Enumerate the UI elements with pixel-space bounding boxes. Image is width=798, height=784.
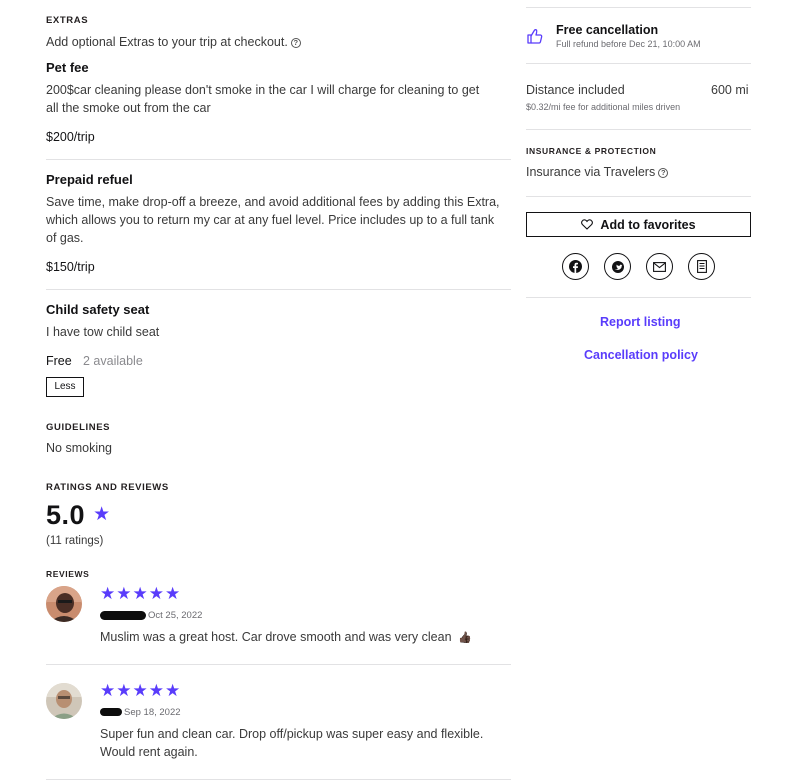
distance-value: 600 mi <box>711 83 749 97</box>
review-date: Oct 25, 2022 <box>148 610 203 621</box>
report-listing-link[interactable]: Report listing <box>600 315 681 329</box>
ratings-heading: RATINGS AND REVIEWS <box>46 482 169 493</box>
insurance-heading: INSURANCE & PROTECTION <box>526 146 657 156</box>
twitter-icon <box>611 260 624 273</box>
distance-fee: $0.32/mi fee for additional miles driven <box>526 102 681 112</box>
copy-link-share-button[interactable] <box>688 253 715 280</box>
free-cancellation-title: Free cancellation <box>556 23 659 37</box>
divider <box>526 129 751 130</box>
review-body-line: Would rent again. <box>100 745 198 759</box>
distance-label: Distance included <box>526 83 625 97</box>
extras-intro: Add optional Extras to your trip at chec… <box>46 33 301 51</box>
guidelines-text: No smoking <box>46 441 112 455</box>
avatar[interactable] <box>46 586 82 622</box>
redacted-name <box>100 610 146 620</box>
extra-title-pet-fee: Pet fee <box>46 60 89 75</box>
star-icon: ★ <box>93 504 111 525</box>
review-text: Super fun and clean car. Drop off/pickup… <box>100 725 483 761</box>
add-to-favorites-label: Add to favorites <box>600 217 696 232</box>
copy-link-icon <box>696 260 707 273</box>
email-icon <box>653 261 666 272</box>
reviewer-line: Sep 18, 2022 <box>100 707 181 718</box>
free-cancellation-subtitle: Full refund before Dec 21, 10:00 AM <box>556 39 701 49</box>
divider <box>526 196 751 197</box>
review-stars: ★★★★★ <box>100 584 182 603</box>
description-line: 200$car cleaning please don't smoke in t… <box>46 83 480 97</box>
insurance-text-value: Insurance via Travelers <box>526 165 656 179</box>
extra-price-child-seat: Free <box>46 354 72 368</box>
review-date: Sep 18, 2022 <box>124 707 181 718</box>
extra-title-prepaid-refuel: Prepaid refuel <box>46 172 133 187</box>
thumbs-up-emoji-icon: 👍🏿 <box>458 632 472 644</box>
divider <box>46 779 511 780</box>
divider <box>526 297 751 298</box>
extra-price-prepaid-refuel: $150/trip <box>46 260 95 274</box>
less-button[interactable]: Less <box>46 377 84 397</box>
facebook-icon <box>569 260 582 273</box>
email-share-button[interactable] <box>646 253 673 280</box>
extra-description-pet-fee: 200$car cleaning please don't smoke in t… <box>46 81 479 117</box>
extras-intro-text: Add optional Extras to your trip at chec… <box>46 35 288 49</box>
extra-description-child-seat: I have tow child seat <box>46 325 160 339</box>
guidelines-heading: GUIDELINES <box>46 422 111 433</box>
extra-price-pet-fee: $200/trip <box>46 130 95 144</box>
description-line: all the smoke out from the car <box>46 101 211 115</box>
rating-score: 5.0 ★ <box>46 500 111 531</box>
extra-title-child-seat: Child safety seat <box>46 302 150 317</box>
description-line: Save time, make drop-off a breeze, and a… <box>46 195 500 209</box>
heart-icon <box>581 219 594 230</box>
divider <box>46 664 511 665</box>
description-line: of gas. <box>46 231 84 245</box>
help-icon[interactable]: ? <box>658 168 669 178</box>
divider <box>46 159 511 160</box>
review-body-line: Super fun and clean car. Drop off/pickup… <box>100 727 484 741</box>
rating-count: (11 ratings) <box>46 535 104 547</box>
extra-description-prepaid-refuel: Save time, make drop-off a breeze, and a… <box>46 193 500 247</box>
avatar[interactable] <box>46 683 82 719</box>
reviews-heading: REVIEWS <box>46 569 90 579</box>
reviewer-line: Oct 25, 2022 <box>100 610 202 621</box>
cancellation-policy-link[interactable]: Cancellation policy <box>584 348 698 362</box>
facebook-share-button[interactable] <box>562 253 589 280</box>
divider <box>46 289 511 290</box>
insurance-text: Insurance via Travelers? <box>526 165 669 179</box>
review-stars: ★★★★★ <box>100 681 182 700</box>
description-line: which allows you to return my car at any… <box>46 213 495 227</box>
extra-availability-child-seat: 2 available <box>83 354 143 368</box>
review-body: Muslim was a great host. Car drove smoot… <box>100 630 452 644</box>
divider <box>526 63 751 64</box>
add-to-favorites-button[interactable]: Add to favorites <box>526 212 751 237</box>
thumbs-up-icon <box>527 28 543 49</box>
extras-heading: EXTRAS <box>46 15 89 26</box>
divider <box>526 7 751 8</box>
twitter-share-button[interactable] <box>604 253 631 280</box>
redacted-name <box>100 708 122 717</box>
rating-score-value: 5.0 <box>46 500 86 530</box>
help-icon[interactable]: ? <box>290 38 301 48</box>
review-text: Muslim was a great host. Car drove smoot… <box>100 628 472 647</box>
